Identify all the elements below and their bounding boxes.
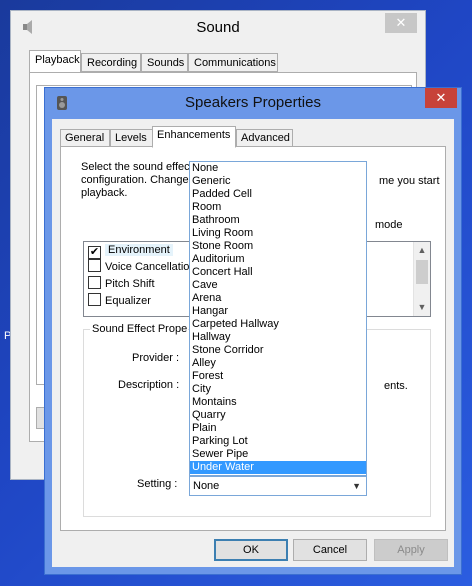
checkbox[interactable]: [88, 276, 101, 289]
dropdown-option[interactable]: Hangar: [190, 305, 366, 318]
cancel-button[interactable]: Cancel: [293, 539, 367, 561]
sound-window-title: Sound: [196, 19, 240, 36]
effect-label: Pitch Shift: [105, 278, 155, 290]
effect-label: Equalizer: [105, 295, 151, 307]
dropdown-option[interactable]: City: [190, 383, 366, 396]
setting-label: Setting :: [137, 478, 178, 490]
dropdown-option[interactable]: Carpeted Hallway: [190, 318, 366, 331]
speakers-close-button[interactable]: ✕: [425, 88, 457, 108]
dropdown-option[interactable]: Forest: [190, 370, 366, 383]
dropdown-option[interactable]: Cave: [190, 279, 366, 292]
tab-communications[interactable]: Communications: [188, 53, 278, 72]
dropdown-option[interactable]: Padded Cell: [190, 188, 366, 201]
tab-enhancements[interactable]: Enhancements: [152, 126, 236, 148]
effect-item-voice-cancellation[interactable]: Voice Cancellation: [88, 259, 196, 276]
effects-scrollbar[interactable]: ▲ ▼: [413, 242, 430, 316]
mode-text-fragment: mode: [375, 219, 403, 231]
sound-close-button[interactable]: ✕: [385, 13, 417, 33]
dropdown-option[interactable]: Stone Room: [190, 240, 366, 253]
scroll-up-icon[interactable]: ▲: [414, 242, 430, 259]
dropdown-option[interactable]: Arena: [190, 292, 366, 305]
dropdown-option[interactable]: Parking Lot: [190, 435, 366, 448]
speakers-window-title: Speakers Properties: [185, 94, 321, 111]
dropdown-option[interactable]: Living Room: [190, 227, 366, 240]
dropdown-option[interactable]: Room: [190, 201, 366, 214]
effect-label: Environment: [105, 244, 173, 256]
apply-button[interactable]: Apply: [374, 539, 448, 561]
dropdown-option[interactable]: Alley: [190, 357, 366, 370]
dropdown-option[interactable]: None: [190, 162, 366, 175]
dropdown-option[interactable]: Stone Corridor: [190, 344, 366, 357]
dropdown-option[interactable]: Bathroom: [190, 214, 366, 227]
group-title: Sound Effect Properties: [90, 323, 188, 335]
dropdown-option[interactable]: Under Water: [190, 461, 366, 474]
setting-value: None: [193, 480, 220, 492]
enhancements-description: Select the sound effect configuration. C…: [81, 161, 201, 200]
dropdown-option[interactable]: Sewer Pipe: [190, 448, 366, 461]
sound-title-bar[interactable]: Sound: [11, 11, 425, 43]
effect-item-environment[interactable]: ✔ Environment: [88, 242, 173, 259]
setting-dropdown-list[interactable]: None Generic Padded Cell Room Bathroom Living…: [189, 161, 367, 476]
tab-playback[interactable]: Playback: [29, 50, 81, 73]
dropdown-option[interactable]: Quarry: [190, 409, 366, 422]
effect-item-pitch-shift[interactable]: Pitch Shift: [88, 276, 155, 293]
ok-button[interactable]: OK: [214, 539, 288, 561]
chevron-down-icon[interactable]: ▼: [352, 477, 361, 495]
tab-advanced[interactable]: Advanced: [236, 129, 293, 147]
scroll-down-icon[interactable]: ▼: [414, 299, 430, 316]
dropdown-option[interactable]: Hallway: [190, 331, 366, 344]
dropdown-option[interactable]: Plain: [190, 422, 366, 435]
description-label: Description :: [118, 379, 180, 391]
effect-label: Voice Cancellation: [105, 261, 196, 273]
dropdown-option[interactable]: Montains: [190, 396, 366, 409]
dropdown-option[interactable]: Auditorium: [190, 253, 366, 266]
description-line-3: playback.: [81, 187, 128, 199]
tab-general[interactable]: General: [60, 129, 110, 147]
scroll-thumb[interactable]: [416, 260, 428, 284]
setting-combobox[interactable]: None ▼: [189, 476, 367, 496]
checkbox[interactable]: [88, 293, 101, 306]
tab-sounds[interactable]: Sounds: [141, 53, 188, 72]
tab-recording[interactable]: Recording: [81, 53, 141, 72]
checkbox[interactable]: [88, 259, 101, 272]
description-line-2: configuration. Changes: [81, 174, 195, 186]
description-fragment: me you start: [379, 175, 440, 187]
description-line-1: Select the sound effect: [81, 161, 193, 173]
checkbox[interactable]: ✔: [88, 246, 101, 259]
dropdown-option[interactable]: Generic: [190, 175, 366, 188]
provider-label: Provider :: [132, 352, 180, 364]
description-value-fragment: ents.: [384, 380, 408, 392]
dropdown-option[interactable]: Concert Hall: [190, 266, 366, 279]
effect-item-equalizer[interactable]: Equalizer: [88, 293, 151, 310]
tab-levels[interactable]: Levels: [110, 129, 153, 147]
